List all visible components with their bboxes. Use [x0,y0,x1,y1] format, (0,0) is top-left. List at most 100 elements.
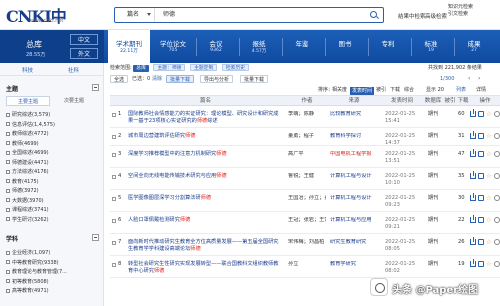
checkbox[interactable] [6,279,10,283]
cite-icon[interactable] [494,111,500,117]
checkbox[interactable] [6,288,10,293]
library-selector[interactable]: 总库 28.55万 中文 外文 [0,30,104,63]
row-checkbox[interactable] [112,113,116,117]
article-title-link[interactable]: 深度学习推荐模型中的注意力机制研究师德 [128,151,283,158]
article-title-link[interactable]: 国际教师社会情感能力的实证研究：理论模型、研究设计和研究成果一基于23项核心实证… [128,111,283,125]
sort-composite[interactable]: 综合 [404,85,414,96]
download-count[interactable]: 26 [458,239,465,246]
pager[interactable]: 1/300 [440,73,454,85]
sidebar-filter-item[interactable]: 初等教育(5808) [6,278,98,286]
source-link[interactable]: 计算机工程与设计 [330,173,378,180]
read-icon[interactable] [478,111,484,117]
checkbox[interactable] [6,188,10,193]
cite-icon[interactable] [494,239,500,245]
read-icon[interactable] [478,261,484,267]
read-icon[interactable] [478,195,484,201]
sidebar-tab-science[interactable]: 科技 [22,66,33,74]
knowledge-search-link[interactable]: 知识元检索 [448,4,500,11]
sidebar-tab-social[interactable]: 社科 [68,66,79,74]
scope-chip-library[interactable]: 总库 [133,65,149,72]
checkbox[interactable] [6,169,10,174]
tab-resource[interactable]: 图书 [325,30,365,63]
sidebar-filter-item[interactable]: 师德建设(4471) [6,159,98,167]
sort-relevance[interactable]: 相关度 [332,85,347,96]
source-link[interactable]: 研究生教育研究 [330,239,378,246]
download-icon[interactable] [470,215,476,223]
checkbox[interactable] [6,112,10,117]
checkbox[interactable] [6,179,10,183]
article-title-link[interactable]: 人脸口罩佩戴检测研究师德 [128,217,283,224]
author-link[interactable]: 王冠；张岩；王萧 [288,217,326,224]
tab-resource[interactable]: 标准 19 [411,30,451,63]
star-icon[interactable]: ☆ [486,239,492,246]
advanced-search-link[interactable]: 高级检索 [425,12,447,20]
scope-chip-subject[interactable]: 主题：师德 [153,64,186,71]
subtab-secondary[interactable]: 次要主题 [52,96,96,106]
cite-icon[interactable] [494,151,500,157]
tab-resource[interactable]: 学位论文 705 [153,30,193,63]
search-history-button[interactable]: 检索历史 [221,64,250,71]
detail-view-toggle[interactable]: 详情 [476,85,486,96]
article-title-link[interactable]: 空间全向无线电能传输技术研究与应用师德 [128,173,283,180]
download-icon[interactable] [470,149,476,157]
read-icon[interactable] [478,173,484,179]
search-input[interactable]: 师德 [163,8,175,22]
author-link[interactable]: 李萌；陈静 [288,111,326,118]
sidebar-filter-item[interactable]: 中等教育研究(9338) [6,259,98,267]
star-icon[interactable]: ☆ [486,133,492,140]
article-title-link[interactable]: 面向新时代推动研究生教育全方位高质量发展——第五届全国研究生教育学学科建设高端论… [128,239,283,253]
tab-resource[interactable]: 年鉴 [282,30,322,63]
cite-icon[interactable] [494,261,500,267]
tab-resource[interactable]: 学术期刊 22.11万 [108,30,150,63]
author-link[interactable]: 宋伟梅；刘昌柏 [288,239,326,246]
sidebar-filter-item[interactable]: 企业经济(1,097) [6,249,98,257]
clear-selection-link[interactable]: 清除 [152,73,162,85]
checkbox[interactable] [6,122,10,126]
search-box[interactable]: 篇名 师德 [114,7,384,23]
download-count[interactable]: 30 [458,195,465,202]
author-link[interactable]: 鲁锐；王健 [288,173,326,180]
checkbox[interactable] [6,250,10,255]
download-icon[interactable] [470,237,476,245]
star-icon[interactable]: ☆ [486,173,492,180]
tab-resource[interactable]: 会议 9362 [196,30,236,63]
author-link[interactable]: 董勇；程子 [288,133,326,140]
sidebar-filter-item[interactable]: 学生研讨(3262) [6,216,98,224]
source-link[interactable]: 比较教育研究 [330,111,378,118]
sidebar-filter-item[interactable]: 教师综述(4772) [6,130,98,138]
collapse-icon[interactable] [92,234,99,241]
batch-pdf-button[interactable]: 批量下载 [240,75,269,83]
row-checkbox[interactable] [112,153,116,157]
page-size-select[interactable]: 显示 20 [426,85,444,96]
star-icon[interactable]: ☆ [486,195,492,202]
author-link[interactable]: 王国冶；孙立；孙娟 [288,195,326,202]
col-source[interactable]: 来源 [330,96,378,106]
tab-resource[interactable]: 报纸 4.57万 [239,30,279,63]
page-prev-icon[interactable]: ‹ [468,73,470,85]
row-checkbox[interactable] [112,219,116,223]
download-count[interactable]: 47 [458,151,465,158]
download-icon[interactable] [470,193,476,201]
citation-search-link[interactable]: 引文检索 [448,11,500,18]
subtab-primary[interactable]: 主要主题 [6,96,50,106]
checkbox[interactable] [6,160,10,164]
sidebar-filter-item[interactable]: 教育理论与教育管理(7... [6,268,98,276]
col-title[interactable]: 篇名 [128,96,283,106]
page-next-icon[interactable]: › [478,73,480,85]
download-icon[interactable] [470,259,476,267]
download-count[interactable]: 22 [458,217,465,224]
cite-icon[interactable] [494,195,500,201]
lang-zh-button[interactable]: 中文 [70,34,98,45]
star-icon[interactable]: ☆ [486,261,492,268]
download-count[interactable]: 35 [458,173,465,180]
read-icon[interactable] [478,133,484,139]
sidebar-filter-item[interactable]: 高等教育(4971) [6,287,98,295]
cite-icon[interactable] [494,133,500,139]
sidebar-filter-item[interactable]: 信息评估(1,4,575) [6,121,98,129]
download-icon[interactable] [470,109,476,117]
sidebar-filter-item[interactable]: 师德(3972) [6,187,98,195]
checkbox[interactable] [6,198,10,202]
sidebar-filter-item[interactable]: 教育(4175) [6,178,98,186]
col-db[interactable]: 数据库 [422,96,444,106]
sidebar-filter-item[interactable]: 全国综述(4699) [6,149,98,157]
